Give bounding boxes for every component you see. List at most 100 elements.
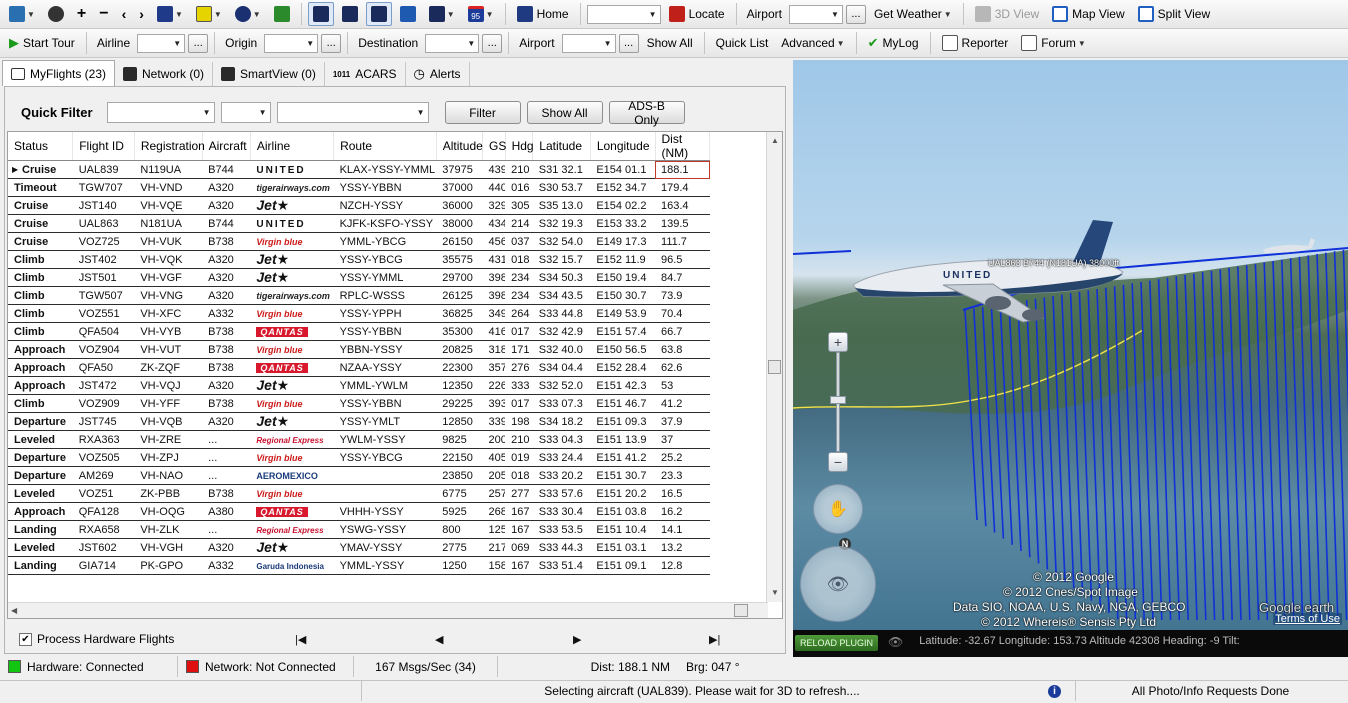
scroll-left-arrow[interactable]: ◀ <box>11 606 17 615</box>
quick-filter-operator-combo[interactable]: ▼ <box>220 102 271 123</box>
advanced-button[interactable]: Advanced ▼ <box>776 31 849 55</box>
reporter-button[interactable]: Reporter <box>937 31 1014 55</box>
look-control[interactable]: 👁 <box>800 546 876 622</box>
center-aircraft-button[interactable] <box>307 2 334 26</box>
origin-combo[interactable]: ▼ <box>264 33 319 53</box>
zoom-out-button[interactable]: − <box>94 2 113 26</box>
first-record-button[interactable]: |◀ <box>295 633 306 646</box>
table-row[interactable]: Cruise UAL863 N181UA B744 UNITED KJFK-KSFO-YS… <box>8 214 710 233</box>
reload-plugin-button[interactable]: RELOAD PLUGIN <box>795 635 879 651</box>
zoom-slider[interactable]: + − <box>828 332 848 474</box>
forum-button[interactable]: Forum ▼ <box>1016 31 1091 55</box>
scroll-up-arrow[interactable]: ▲ <box>771 136 779 145</box>
column-header[interactable]: Airline <box>250 132 335 161</box>
adsb-only-button[interactable]: ADS-B Only <box>608 99 685 127</box>
table-row[interactable]: Climb VOZ909 VH-YFF B738 Virgin blue YSSY-YBB… <box>8 394 710 413</box>
pan-control[interactable]: ✋ <box>813 484 863 534</box>
airport2-combo[interactable]: ▼ <box>561 33 616 53</box>
table-row[interactable]: Leveled VOZ51 ZK-PBB B738 Virgin blue 6775 257… <box>8 484 710 503</box>
horizontal-scrollbar[interactable]: ◀ <box>8 602 768 618</box>
table-row[interactable]: Approach VOZ904 VH-VUT B738 Virgin blue YBBN-… <box>8 340 710 359</box>
zoom-in-control[interactable]: + <box>828 332 848 352</box>
map-view-button[interactable]: Map View <box>1047 2 1129 26</box>
forward-button[interactable]: › <box>134 2 149 26</box>
map-layer-button[interactable]: ▼ <box>152 2 188 26</box>
table-row[interactable]: Climb QFA504 VH-VYB B738 QANTAS YSSY-YBBN 3530… <box>8 322 710 341</box>
info-icon[interactable]: i <box>1048 684 1061 698</box>
column-header[interactable]: Hdg <box>505 132 534 161</box>
airport2-browse-button[interactable]: ... <box>618 33 639 53</box>
table-row[interactable]: Climb VOZ551 VH-XFC A332 Virgin blue YSSY-YPP… <box>8 304 710 323</box>
airport-combo[interactable]: ▼ <box>788 4 843 24</box>
home-button[interactable]: Home <box>512 2 574 26</box>
cockpit-view-button[interactable] <box>365 2 392 26</box>
show-all-toolbar-button[interactable]: Show All <box>642 31 698 55</box>
3d-earth-view[interactable]: UNITED UAL863 B744 (N181UA) 38000ft + − … <box>793 60 1348 657</box>
tab-network[interactable]: Network (0) <box>115 62 214 86</box>
tab-smartview[interactable]: SmartView (0) <box>213 62 325 86</box>
tab-alerts[interactable]: ◷ Alerts <box>406 62 470 86</box>
destination-combo[interactable]: ▼ <box>425 33 480 53</box>
table-row[interactable]: Approach QFA128 VH-OQG A380 QANTAS VHHH-YSSY 5… <box>8 502 710 521</box>
column-header[interactable]: Aircraft <box>202 132 251 161</box>
airport-browse-button[interactable]: ... <box>845 4 866 24</box>
follow-button[interactable] <box>337 2 363 26</box>
show-all-button[interactable]: Show All <box>526 101 603 124</box>
table-row[interactable]: Departure JST745 VH-VQB A320 Jet★ YSSY-YMLT 12… <box>8 412 710 431</box>
table-row[interactable]: Departure VOZ505 VH-ZPJ... Virgin blue YSSY-… <box>8 448 710 467</box>
table-row[interactable]: Leveled RXA363 VH-ZRE... Regional Express YW… <box>8 430 710 449</box>
locate-combo[interactable]: ▼ <box>586 4 661 24</box>
table-row[interactable]: Approach JST472 VH-VQJ A320 Jet★ YMML-YWLM 123… <box>8 376 710 395</box>
scroll-down-arrow[interactable]: ▼ <box>771 588 779 597</box>
zoom-in-button[interactable]: + <box>72 2 91 26</box>
filter-button[interactable]: Filter <box>444 101 521 124</box>
vertical-scroll-thumb[interactable] <box>768 360 781 374</box>
quick-filter-value-combo[interactable]: ▼ <box>276 102 429 123</box>
table-row[interactable]: Timeout TGW707 VH-VND A320 tigerairways.com Y… <box>8 178 710 197</box>
zoom-out-control[interactable]: − <box>828 452 848 472</box>
prev-record-button[interactable]: ◀ <box>435 633 443 646</box>
table-row[interactable]: Cruise JST140 VH-VQE A320 Jet★ NZCH-YSSY 36000… <box>8 196 710 215</box>
table-row[interactable]: Leveled JST602 VH-VGH A320 Jet★ YMAV-YSSY 2775… <box>8 538 710 557</box>
last-record-button[interactable]: ▶| <box>709 633 720 646</box>
3d-view-button[interactable]: 3D View <box>970 2 1044 26</box>
locate-button[interactable]: Locate <box>664 2 730 26</box>
destination-browse-button[interactable]: ... <box>482 33 503 53</box>
route-badge-button[interactable]: 95 ▼ <box>463 2 499 26</box>
range-button[interactable]: ▼ <box>424 2 460 26</box>
next-record-button[interactable]: ▶ <box>573 633 581 646</box>
quick-list-button[interactable]: Quick List <box>711 31 774 55</box>
origin-browse-button[interactable]: ... <box>321 33 342 53</box>
table-row[interactable]: Landing GIA714 PK-GPO A332 Garuda Indonesia Y… <box>8 556 710 575</box>
airport-layer-button[interactable]: ▼ <box>230 2 266 26</box>
table-row[interactable]: Approach QFA50 ZK-ZQF B738 QANTAS NZAA-YSSY 22… <box>8 358 710 377</box>
table-row[interactable]: Climb JST501 VH-VGF A320 Jet★ YSSY-YMML 29700 3… <box>8 268 710 287</box>
mylog-button[interactable]: ✔ MyLog <box>863 31 924 55</box>
grid-button[interactable] <box>395 2 421 26</box>
column-header[interactable]: Flight ID <box>72 132 135 161</box>
process-hw-checkbox[interactable]: ✔ <box>19 632 32 646</box>
back-button[interactable]: ‹ <box>117 2 132 26</box>
column-header[interactable]: GS <box>482 132 506 161</box>
zoom-extent-button[interactable] <box>43 2 69 26</box>
quick-filter-field-combo[interactable]: ▼ <box>106 102 215 123</box>
tab-acars[interactable]: 1011 ACARS <box>325 62 406 86</box>
table-row[interactable]: Landing RXA658 VH-ZLK... Regional Express YS… <box>8 520 710 539</box>
column-header[interactable]: Status <box>8 132 74 161</box>
column-header[interactable]: Latitude <box>532 132 591 161</box>
vertical-scrollbar[interactable]: ▲ ▼ <box>766 132 782 602</box>
table-row[interactable]: Climb TGW507 VH-VNG A320 tigerairways.com RPL… <box>8 286 710 305</box>
column-header[interactable]: Route <box>333 132 437 161</box>
table-row[interactable]: ▶ Cruise UAL839 N119UA B744 UNITED KLAX-YSSY-Y… <box>8 160 710 179</box>
tab-myflights[interactable]: MyFlights (23) <box>2 60 116 86</box>
table-row[interactable]: Climb JST402 VH-VQK A320 Jet★ YSSY-YBCG 35575 4… <box>8 250 710 269</box>
terms-of-use-link[interactable]: Terms of Use <box>1273 613 1342 625</box>
start-tour-button[interactable]: ▶ Start Tour <box>4 31 80 55</box>
split-view-button[interactable]: Split View <box>1133 2 1215 26</box>
layers-button[interactable]: ▼ <box>4 2 40 26</box>
track-button[interactable] <box>269 2 295 26</box>
get-weather-button[interactable]: Get Weather ▼ <box>869 2 957 26</box>
column-header[interactable]: Registration <box>134 132 205 161</box>
airline-combo[interactable]: ▼ <box>137 33 186 53</box>
horizontal-scroll-thumb[interactable] <box>734 604 748 617</box>
